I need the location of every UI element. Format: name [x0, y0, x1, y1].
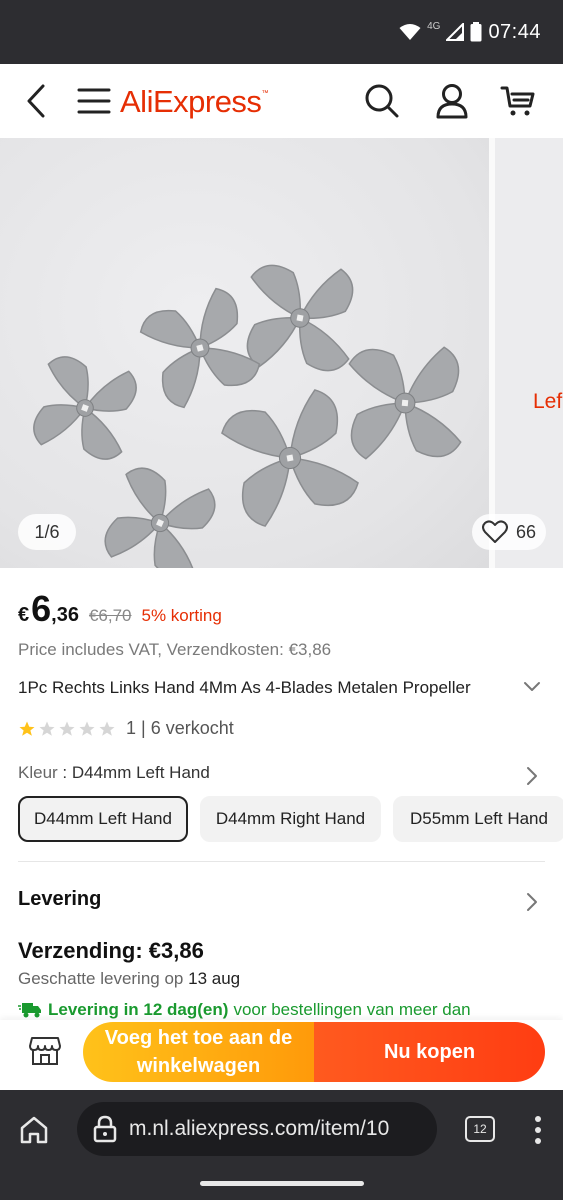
status-bar: 4G 07:44	[0, 0, 563, 64]
propellers-image	[33, 264, 462, 568]
browser-home-button[interactable]	[16, 1112, 52, 1148]
cart-button[interactable]	[496, 64, 540, 138]
rating-row[interactable]: 1 | 6 verkocht	[18, 718, 234, 739]
product-gallery[interactable]: Lef 1/6 66	[0, 138, 563, 568]
variant-option-2[interactable]: D55mm Left Hand	[393, 796, 563, 842]
aliexpress-logo[interactable]: AliExpress™	[120, 84, 268, 120]
original-price: €6,70	[88, 606, 132, 625]
cart-icon	[500, 86, 535, 116]
price-integer: 6	[31, 588, 52, 629]
add-to-cart-label: Voeg het toe aan de winkelwagen	[104, 1027, 293, 1077]
search-button[interactable]	[360, 64, 404, 138]
chevron-left-icon	[27, 84, 45, 118]
delivery-heading[interactable]: Levering	[18, 888, 101, 911]
signal-icon	[446, 23, 465, 41]
wishlist-button[interactable]: 66	[472, 514, 546, 550]
product-details: € 6 ,36 €6,70 5% korting Price includes …	[0, 568, 563, 1020]
logo-text: AliExpress	[120, 84, 262, 119]
color-chevron[interactable]	[522, 764, 542, 793]
url-text: m.nl.aliexpress.com/item/10	[129, 1117, 390, 1140]
propeller-shape	[104, 467, 216, 568]
estimated-delivery: Geschatte levering op 13 aug	[18, 969, 240, 989]
clock: 07:44	[488, 20, 541, 43]
propeller-shape	[348, 346, 462, 460]
star-icon	[19, 721, 35, 736]
delivery-chevron[interactable]	[522, 890, 542, 919]
add-to-cart-button[interactable]: Voeg het toe aan de winkelwagen	[83, 1022, 314, 1082]
wifi-icon	[399, 24, 421, 40]
estimate-date: 13 aug	[188, 969, 241, 988]
promo-strong: Levering in 12 dag(en)	[48, 1000, 229, 1019]
likes-count: 66	[515, 521, 537, 542]
star-icon	[79, 721, 95, 736]
network-type: 4G	[427, 20, 441, 32]
propeller-shape	[139, 287, 261, 409]
divider	[18, 861, 545, 862]
variant-label: D44mm Right Hand	[215, 809, 366, 828]
shipping-cost: Verzending: €3,86	[18, 938, 204, 963]
price-row: € 6 ,36 €6,70 5% korting	[18, 588, 222, 630]
variant-label: D55mm Left Hand	[410, 809, 548, 828]
hamburger-icon	[77, 88, 111, 114]
star-icon	[59, 721, 75, 736]
discount-badge: 5% korting	[141, 606, 222, 625]
chevron-right-icon	[527, 893, 537, 911]
gesture-handle[interactable]	[200, 1181, 364, 1186]
star-icon	[99, 721, 115, 736]
variant-option-0[interactable]: D44mm Left Hand	[18, 796, 188, 842]
propeller-shape	[33, 356, 137, 460]
lock-icon	[93, 1115, 117, 1143]
vat-shipping-note: Price includes VAT, Verzendkosten: €3,86	[18, 640, 332, 659]
more-vert-icon	[535, 1116, 541, 1144]
tab-switcher-button[interactable]: 12	[465, 1116, 495, 1142]
variant-options: D44mm Left Hand D44mm Right Hand D55mm L…	[18, 796, 563, 842]
color-separator: :	[57, 763, 72, 782]
estimate-prefix: Geschatte levering op	[18, 969, 184, 988]
buy-now-button[interactable]: Nu kopen	[314, 1022, 545, 1082]
product-image[interactable]	[0, 138, 489, 568]
image-counter: 1/6	[18, 514, 76, 550]
store-icon	[29, 1037, 61, 1065]
home-icon	[20, 1116, 48, 1144]
tab-count: 12	[473, 1122, 487, 1136]
product-title[interactable]: 1Pc Rechts Links Hand 4Mm As 4-Blades Me…	[18, 678, 508, 698]
color-value: D44mm Left Hand	[71, 763, 210, 782]
store-button[interactable]	[26, 1032, 64, 1070]
search-icon	[365, 84, 399, 118]
truck-icon	[18, 1003, 41, 1018]
variant-option-1[interactable]: D44mm Right Hand	[200, 796, 381, 842]
buy-now-label: Nu kopen	[383, 1040, 476, 1063]
chevron-down-icon	[524, 682, 540, 691]
rating-sold-text: 1 | 6 verkocht	[126, 718, 234, 738]
battery-icon	[470, 22, 482, 42]
user-icon	[436, 84, 468, 119]
back-button[interactable]	[16, 64, 56, 138]
menu-button[interactable]	[74, 64, 114, 138]
variant-label: D44mm Left Hand	[34, 809, 172, 828]
next-product-image[interactable]: Lef	[495, 138, 563, 568]
image-counter-text: 1/6	[34, 521, 60, 542]
top-nav: AliExpress™	[0, 64, 563, 138]
price-decimal: ,36	[51, 604, 79, 626]
star-rating	[18, 720, 116, 738]
account-button[interactable]	[430, 64, 474, 138]
price-currency: €	[18, 604, 30, 626]
status-icons: 4G 07:44	[399, 18, 541, 46]
promo-rest: voor bestellingen van meer dan	[233, 1000, 471, 1019]
fast-delivery-promo: Levering in 12 dag(en) voor bestellingen…	[18, 1000, 471, 1020]
chevron-right-icon	[527, 767, 537, 785]
address-bar[interactable]: m.nl.aliexpress.com/item/10	[77, 1102, 437, 1156]
browser-toolbar: m.nl.aliexpress.com/item/10 12	[0, 1090, 563, 1200]
next-image-text: Lef	[533, 390, 563, 413]
purchase-action-bar: Voeg het toe aan de winkelwagen Nu kopen	[0, 1020, 563, 1090]
browser-menu-button[interactable]	[528, 1110, 548, 1150]
propeller-shape	[221, 389, 359, 527]
color-label: Kleur	[18, 763, 58, 782]
star-icon	[39, 721, 55, 736]
color-selector[interactable]: Kleur : D44mm Left Hand	[18, 763, 210, 783]
expand-title-button[interactable]	[520, 674, 544, 703]
heart-icon	[481, 520, 508, 543]
